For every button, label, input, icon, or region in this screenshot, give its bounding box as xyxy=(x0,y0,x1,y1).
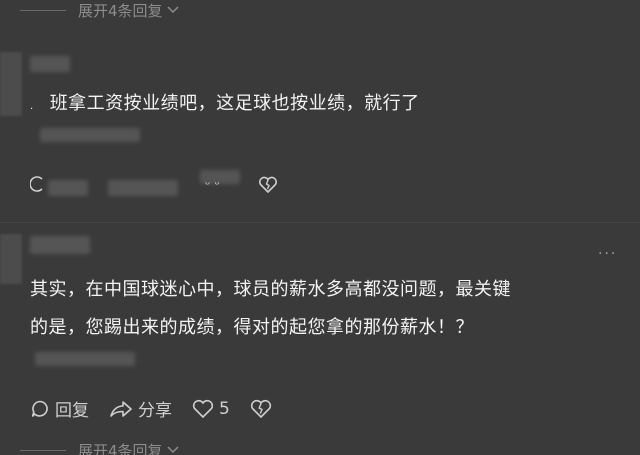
username[interactable] xyxy=(30,236,90,254)
like-count-partial: ᵕ ᵕ xyxy=(205,178,220,193)
dislike-heart-icon[interactable] xyxy=(258,176,278,198)
share-label: 分享 xyxy=(138,401,172,421)
comment-body-line2: 的是，您踢出来的成绩，得对的起您拿的那份薪水！？ xyxy=(30,317,474,338)
expand-divider-line xyxy=(20,449,66,451)
chevron-down-icon xyxy=(167,443,179,455)
comment-meta xyxy=(35,352,135,366)
expand-divider-line xyxy=(20,9,66,11)
share-arrow-icon xyxy=(110,400,132,417)
more-options-icon[interactable]: ··· xyxy=(598,246,617,262)
expand-replies-top[interactable]: 展开4条回复 xyxy=(20,0,179,20)
reply-button[interactable]: 回复 xyxy=(30,396,89,421)
comment-bubble-icon xyxy=(31,400,48,417)
avatar[interactable] xyxy=(0,52,22,116)
like-button[interactable]: 5 xyxy=(192,399,230,419)
comment-body: . 班拿工资按业绩吧，这足球也按业绩，就行了 xyxy=(30,93,420,114)
reply-icon[interactable] xyxy=(29,176,44,197)
action-bar: 回复 分享 5 xyxy=(30,396,297,421)
heart-icon xyxy=(192,399,214,418)
expand-replies-label: 展开4条回复 xyxy=(78,1,163,20)
reply-label: 回复 xyxy=(55,401,89,421)
share-label-blurred[interactable] xyxy=(108,180,178,196)
chevron-down-icon xyxy=(167,3,179,17)
broken-heart-icon xyxy=(250,399,271,418)
reply-label-blurred[interactable] xyxy=(48,180,88,196)
comment-meta xyxy=(40,128,140,142)
expand-replies-bottom[interactable]: 展开4条回复 xyxy=(20,440,179,455)
username[interactable] xyxy=(30,56,70,72)
share-button[interactable]: 分享 xyxy=(109,396,172,421)
like-count: 5 xyxy=(219,398,230,419)
dislike-button[interactable] xyxy=(250,399,277,419)
comment-body-line1: 其实，在中国球迷心中，球员的薪水多高都没问题，最关键 xyxy=(30,279,511,300)
expand-replies-label: 展开4条回复 xyxy=(78,441,163,455)
avatar[interactable] xyxy=(0,234,22,284)
comment-divider xyxy=(0,222,640,223)
